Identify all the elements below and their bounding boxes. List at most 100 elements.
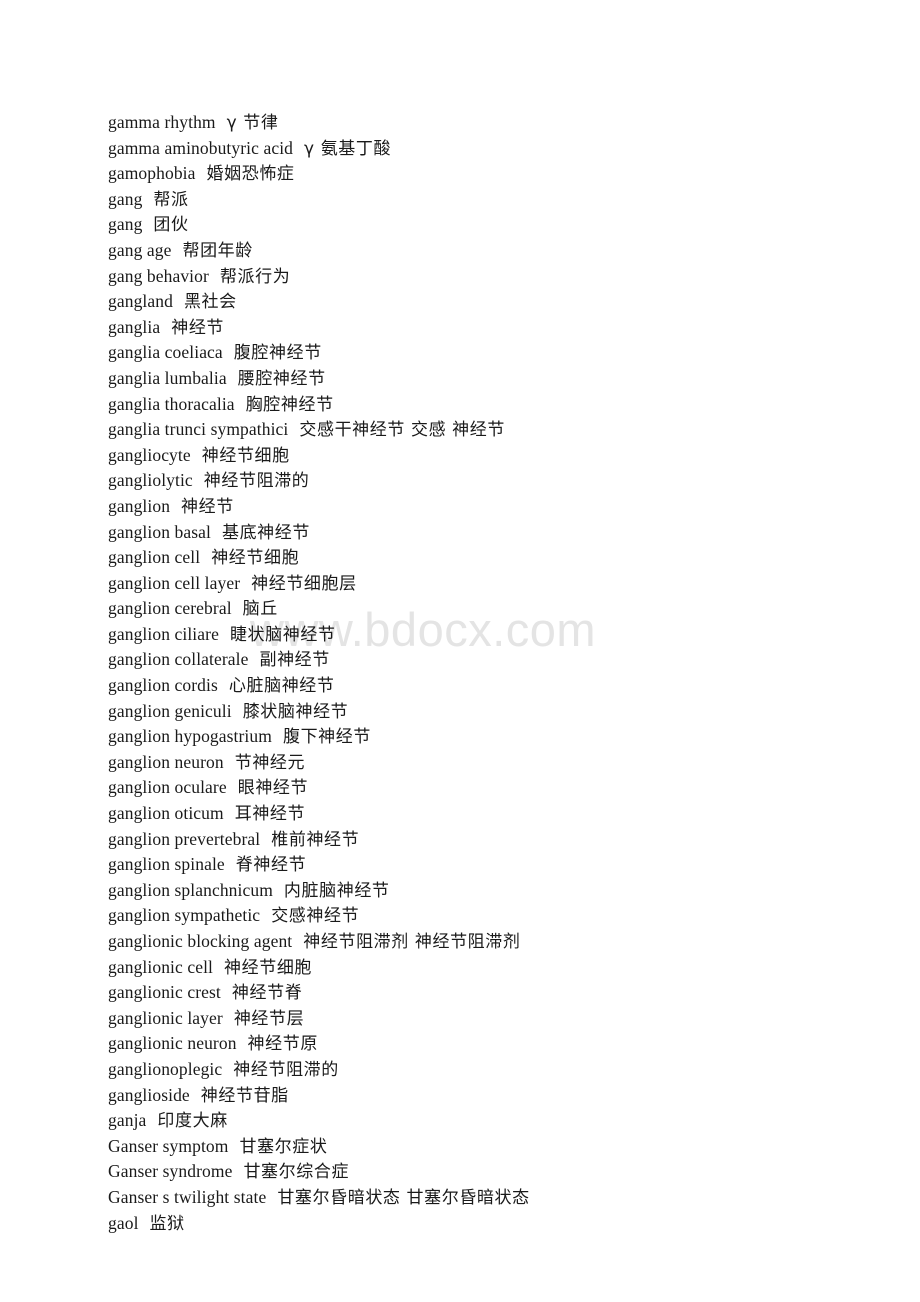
- glossary-entry: Ganser symptom 甘塞尔症状: [108, 1134, 868, 1160]
- glossary-gloss: 节神经元: [234, 752, 306, 773]
- glossary-gloss: 神经节原: [247, 1034, 318, 1055]
- glossary-term: gangland: [108, 291, 173, 312]
- glossary-term: gangliolytic: [108, 470, 193, 491]
- glossary-gloss: 椎前神经节: [271, 829, 360, 850]
- glossary-entry: ganglioside 神经节苷脂: [108, 1083, 868, 1109]
- glossary-term: gang: [108, 188, 143, 209]
- glossary-gloss: 膝状脑神经节: [242, 701, 349, 722]
- glossary-entry: ganglion basal 基底神经节: [108, 520, 868, 546]
- glossary-gloss: 帮派: [153, 189, 189, 210]
- glossary-entry: ganglion geniculi 膝状脑神经节: [108, 699, 868, 725]
- glossary-entry: ganglion prevertebral 椎前神经节: [108, 827, 868, 853]
- glossary-gloss: 基底神经节: [221, 522, 310, 543]
- glossary-gloss: 帮团年龄: [182, 240, 253, 261]
- glossary-term: gang behavior: [108, 265, 209, 286]
- glossary-gloss: 婚姻恐怖症: [206, 164, 295, 185]
- glossary-term: ganglionoplegic: [108, 1058, 223, 1079]
- glossary-entry: gamma aminobutyric acid γ 氨基丁酸: [108, 136, 868, 162]
- glossary-gloss: 甘塞尔综合症: [243, 1162, 350, 1183]
- glossary-gloss: 心脏脑神经节: [228, 676, 335, 697]
- glossary-gloss: γ 氨基丁酸: [304, 138, 392, 159]
- glossary-gloss: 甘塞尔昏暗状态 甘塞尔昏暗状态: [277, 1187, 530, 1208]
- glossary-gloss: 睫状脑神经节: [229, 624, 336, 645]
- glossary-gloss: 眼神经节: [237, 778, 309, 799]
- glossary-term: ganglion cordis: [108, 675, 218, 696]
- glossary-entry: ganglionic blocking agent 神经节阻滞剂 神经节阻滞剂: [108, 929, 868, 955]
- glossary-entry: ganglionoplegic 神经节阻滞的: [108, 1057, 868, 1083]
- glossary-gloss: 甘塞尔症状: [239, 1136, 328, 1157]
- glossary-gloss: 印度大麻: [157, 1111, 228, 1132]
- glossary-entry: ganglion neuron 节神经元: [108, 750, 868, 776]
- glossary-gloss: 监狱: [149, 1213, 185, 1234]
- glossary-term: ganglionic cell: [108, 956, 214, 977]
- glossary-term: ganglia trunci sympathici: [108, 419, 289, 440]
- glossary-term: ganglion cell layer: [108, 572, 241, 593]
- glossary-term: ganglion hypogastrium: [108, 726, 272, 747]
- glossary-term: Ganser s twilight state: [108, 1186, 267, 1207]
- glossary-gloss: 交感干神经节 交感 神经节: [299, 420, 505, 441]
- glossary-term: ganglion geniculi: [108, 700, 232, 721]
- glossary-entry: ganglia trunci sympathici 交感干神经节 交感 神经节: [108, 417, 868, 443]
- glossary-gloss: 神经节细胞: [211, 548, 300, 569]
- glossary-entry: ganglion splanchnicum 内脏脑神经节: [108, 878, 868, 904]
- glossary-entry: gamophobia 婚姻恐怖症: [108, 161, 868, 187]
- glossary-term: ganglia: [108, 316, 161, 337]
- glossary-term: ganglia coeliaca: [108, 342, 223, 363]
- glossary-gloss: 耳神经节: [234, 804, 306, 825]
- glossary-gloss: 神经节细胞: [201, 445, 290, 466]
- glossary-gloss: 副神经节: [259, 650, 330, 671]
- glossary-term: gaol: [108, 1212, 139, 1233]
- glossary-term: ganglion ciliare: [108, 623, 219, 644]
- glossary-term: gangliocyte: [108, 444, 191, 465]
- glossary-entry: ganglion 神经节: [108, 494, 868, 520]
- glossary-term: ganglionic crest: [108, 982, 221, 1003]
- glossary-gloss: 胸腔神经节: [245, 394, 334, 415]
- glossary-term: gang age: [108, 239, 172, 260]
- glossary-entry: gang 帮派: [108, 187, 868, 213]
- glossary-entry: gang age 帮团年龄: [108, 238, 868, 264]
- glossary-gloss: 神经节: [171, 317, 225, 338]
- glossary-entry: ganglion cerebral 脑丘: [108, 596, 868, 622]
- glossary-gloss: 脑丘: [242, 599, 278, 620]
- glossary-term: gamophobia: [108, 163, 196, 184]
- glossary-entry: gamma rhythm γ 节律: [108, 110, 868, 136]
- glossary-gloss: 神经节细胞层: [251, 573, 357, 594]
- glossary-entry: Ganser s twilight state 甘塞尔昏暗状态 甘塞尔昏暗状态: [108, 1185, 868, 1211]
- glossary-entry: gaol 监狱: [108, 1211, 868, 1237]
- glossary-entry: ganglion sympathetic 交感神经节: [108, 903, 868, 929]
- glossary-entry: gangliocyte 神经节细胞: [108, 443, 868, 469]
- glossary-gloss: 神经节阻滞的: [203, 471, 310, 492]
- glossary-entry: ganglion cell layer 神经节细胞层: [108, 571, 868, 597]
- glossary-entry: ganglion cordis 心脏脑神经节: [108, 673, 868, 699]
- glossary-term: ganglion oculare: [108, 777, 227, 798]
- glossary-gloss: 团伙: [153, 215, 189, 236]
- glossary-gloss: 黑社会: [183, 292, 237, 313]
- glossary-entry: gang 团伙: [108, 212, 868, 238]
- glossary-gloss: 神经节脊: [231, 983, 303, 1004]
- glossary-term: Ganser syndrome: [108, 1161, 233, 1182]
- glossary-gloss: 腹下神经节: [282, 727, 371, 748]
- glossary-entry: ganglion hypogastrium 腹下神经节: [108, 724, 868, 750]
- glossary-gloss: 帮派行为: [219, 266, 291, 287]
- glossary-term: ganglion sympathetic: [108, 905, 261, 926]
- glossary-term: ganglion spinale: [108, 854, 225, 875]
- glossary-term: Ganser symptom: [108, 1135, 229, 1156]
- glossary-term: ganglion splanchnicum: [108, 879, 273, 900]
- glossary-gloss: 神经节阻滞的: [233, 1059, 339, 1080]
- glossary-gloss: γ 节律: [226, 113, 279, 133]
- glossary-gloss: 神经节: [181, 496, 234, 517]
- glossary-entry: ganglia lumbalia 腰腔神经节: [108, 366, 868, 392]
- glossary-term: gang: [108, 214, 143, 235]
- glossary-gloss: 腰腔神经节: [237, 368, 326, 389]
- glossary-entry: ganglion collaterale 副神经节: [108, 647, 868, 673]
- glossary-entry: ganglion ciliare 睫状脑神经节: [108, 622, 868, 648]
- glossary-term: gamma aminobutyric acid: [108, 137, 294, 158]
- glossary-entry: ganglia thoracalia 胸腔神经节: [108, 392, 868, 418]
- glossary-entry: ganglionic layer 神经节层: [108, 1006, 868, 1032]
- glossary-term: ganglia thoracalia: [108, 393, 235, 414]
- glossary-entry: ganglion oticum 耳神经节: [108, 801, 868, 827]
- glossary-gloss: 脊神经节: [235, 855, 307, 876]
- document-page: www.bdocx.com gamma rhythm γ 节律 gamma amin…: [0, 0, 920, 1302]
- glossary-entry: ganglionic neuron 神经节原: [108, 1031, 868, 1057]
- glossary-term: ganglionic neuron: [108, 1033, 237, 1054]
